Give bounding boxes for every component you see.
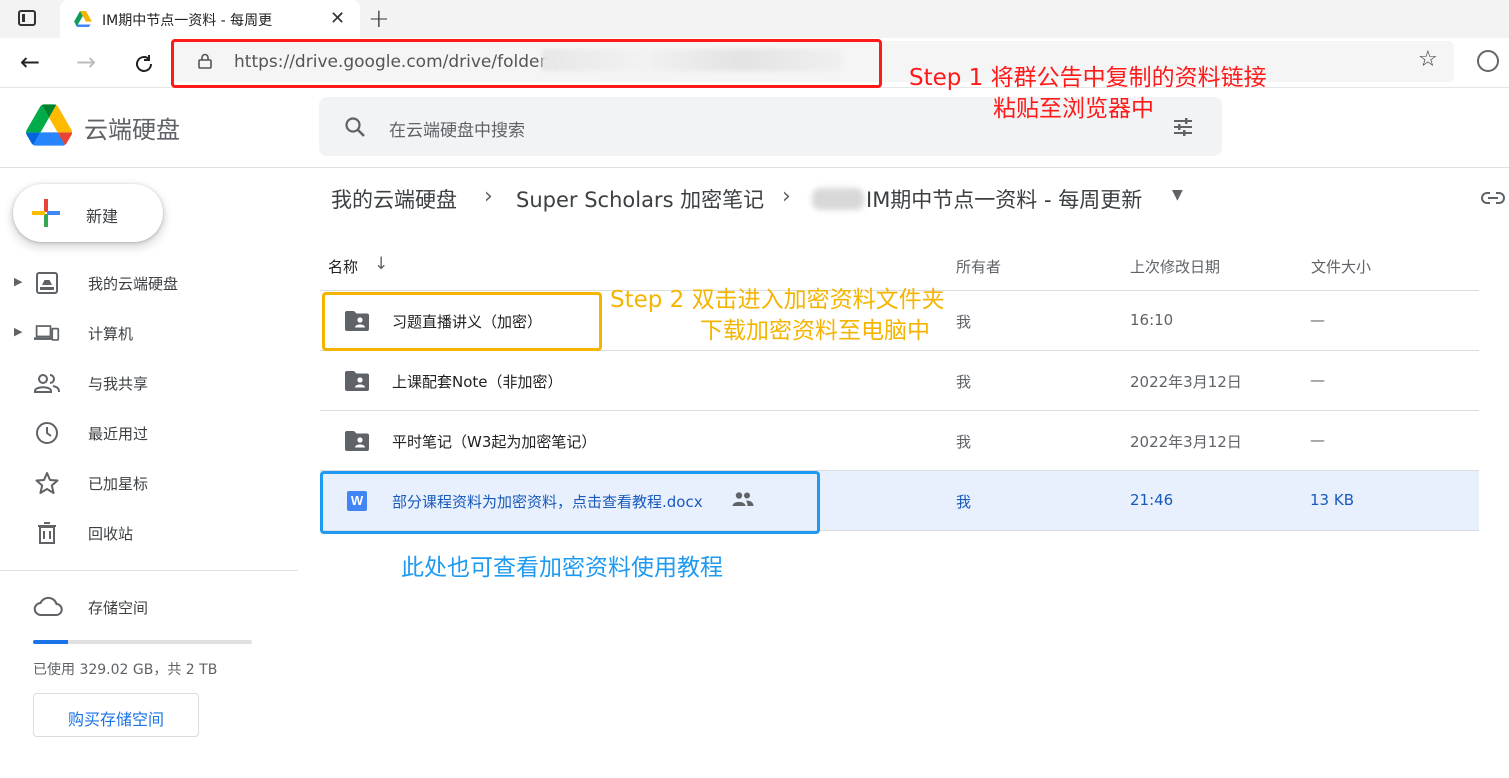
reload-button[interactable]: [132, 52, 156, 76]
browser-tab-bar: IM期中节点一资料 - 每周更 ✕ +: [0, 0, 1509, 38]
file-owner: 我: [956, 433, 972, 451]
drive-favicon-icon: [74, 11, 92, 27]
sidebar-item-trash[interactable]: 回收站: [0, 513, 290, 553]
file-modified: 16:10: [1130, 311, 1174, 329]
browser-tab[interactable]: IM期中节点一资料 - 每周更 ✕: [60, 0, 360, 38]
new-button[interactable]: 新建: [13, 184, 163, 242]
table-row[interactable]: 平时笔记（W3起为加密笔记） 我 2022年3月12日 —: [320, 411, 1479, 471]
expand-arrow-icon[interactable]: ▶: [14, 275, 22, 288]
sidebar-item-label: 与我共享: [88, 375, 149, 393]
sidebar-item-label: 计算机: [88, 325, 134, 343]
clock-icon: [36, 422, 58, 444]
chevron-down-icon[interactable]: ▼: [1172, 187, 1183, 203]
shared-people-icon: [34, 374, 60, 393]
annotation-step2-line2: 下载加密资料至电脑中: [700, 318, 930, 344]
search-input[interactable]: 在云端硬盘中搜索: [389, 116, 525, 141]
file-owner: 我: [956, 493, 972, 511]
annotation-step2-line1: Step 2 双击进入加密资料文件夹: [610, 287, 945, 313]
sidebar-item-my-drive[interactable]: ▶ 我的云端硬盘: [0, 263, 290, 303]
sidebar-item-label: 回收站: [88, 525, 134, 543]
file-size: —: [1310, 371, 1325, 389]
storage-usage-text: 已使用 329.02 GB，共 2 TB: [33, 662, 218, 678]
app-header: 云端硬盘 在云端硬盘中搜索: [0, 88, 1509, 168]
file-size: 13 KB: [1310, 491, 1354, 509]
buy-storage-label: 购买存储空间: [67, 710, 164, 729]
file-name[interactable]: 上课配套Note（非加密）: [392, 371, 563, 392]
sidebar-item-starred[interactable]: 已加星标: [0, 463, 290, 503]
annotation-box-doc: [320, 471, 820, 534]
file-modified: 2022年3月12日: [1130, 433, 1242, 451]
annotation-box-address: [171, 39, 882, 88]
search-options-icon[interactable]: [1171, 115, 1195, 139]
search-icon[interactable]: [343, 115, 367, 139]
tab-title: IM期中节点一资料 - 每周更: [102, 13, 273, 29]
column-header-owner: 所有者: [956, 258, 1002, 276]
new-tab-button[interactable]: +: [368, 4, 390, 34]
buy-storage-button[interactable]: 购买存储空间: [33, 693, 199, 737]
tab-actions-icon[interactable]: [18, 10, 36, 26]
add-favorite-icon[interactable]: ☆: [1418, 47, 1438, 72]
sidebar-item-computers[interactable]: ▶ 计算机: [0, 313, 290, 353]
shared-folder-icon: [345, 431, 369, 451]
trash-icon: [38, 522, 56, 544]
annotation-step1-line1: Step 1 将群公告中复制的资料链接: [909, 65, 1267, 91]
annotation-box-folder: [322, 292, 602, 351]
sidebar-item-recent[interactable]: 最近用过: [0, 413, 290, 453]
extensions-icon[interactable]: [1477, 50, 1499, 72]
expand-arrow-icon[interactable]: ▶: [14, 325, 22, 338]
file-modified: 21:46: [1130, 491, 1174, 509]
sidebar-item-label: 我的云端硬盘: [88, 275, 179, 293]
sidebar-item-label: 最近用过: [88, 425, 149, 443]
file-owner: 我: [956, 313, 972, 331]
computer-icon: [34, 325, 60, 341]
star-icon: [35, 472, 59, 494]
breadcrumb-separator: ›: [782, 184, 791, 209]
app-name: 云端硬盘: [84, 116, 180, 144]
tab-close-icon[interactable]: ✕: [330, 8, 345, 29]
storage-label[interactable]: 存储空间: [88, 597, 148, 618]
cloud-icon: [33, 596, 63, 616]
new-button-label: 新建: [86, 207, 119, 226]
drive-logo-icon: [26, 104, 72, 146]
annotation-step1-line2: 粘贴至浏览器中: [993, 96, 1154, 122]
breadcrumb-item-my-drive[interactable]: 我的云端硬盘: [331, 184, 457, 214]
breadcrumb-redaction: [812, 188, 864, 210]
breadcrumb-item-parent[interactable]: Super Scholars 加密笔记: [516, 184, 764, 214]
storage-progress-fill: [33, 640, 69, 644]
table-row[interactable]: 上课配套Note（非加密） 我 2022年3月12日 —: [320, 351, 1479, 411]
storage-progress-bar: [33, 640, 252, 644]
forward-button[interactable]: →: [76, 48, 96, 76]
shared-folder-icon: [345, 371, 369, 391]
my-drive-icon: [36, 272, 58, 294]
breadcrumb-separator: ›: [484, 184, 493, 209]
sidebar-item-shared-with-me[interactable]: 与我共享: [0, 363, 290, 403]
column-header-name[interactable]: 名称: [328, 256, 358, 277]
breadcrumb-item-current[interactable]: IM期中节点一资料 - 每周更新: [866, 184, 1142, 214]
sidebar-divider: [0, 570, 298, 571]
annotation-note: 此处也可查看加密资料使用教程: [401, 555, 723, 581]
file-size: —: [1310, 311, 1325, 329]
link-icon[interactable]: [1480, 190, 1506, 206]
file-owner: 我: [956, 373, 972, 391]
file-size: —: [1310, 431, 1325, 449]
sort-arrow-icon[interactable]: ↓: [374, 254, 388, 274]
file-modified: 2022年3月12日: [1130, 373, 1242, 391]
sidebar-item-label: 已加星标: [88, 475, 149, 493]
plus-icon: [32, 199, 60, 227]
column-header-modified[interactable]: 上次修改日期: [1130, 256, 1220, 277]
file-name[interactable]: 平时笔记（W3起为加密笔记）: [392, 431, 596, 452]
back-button[interactable]: ←: [20, 48, 40, 76]
column-header-size[interactable]: 文件大小: [1311, 256, 1371, 277]
